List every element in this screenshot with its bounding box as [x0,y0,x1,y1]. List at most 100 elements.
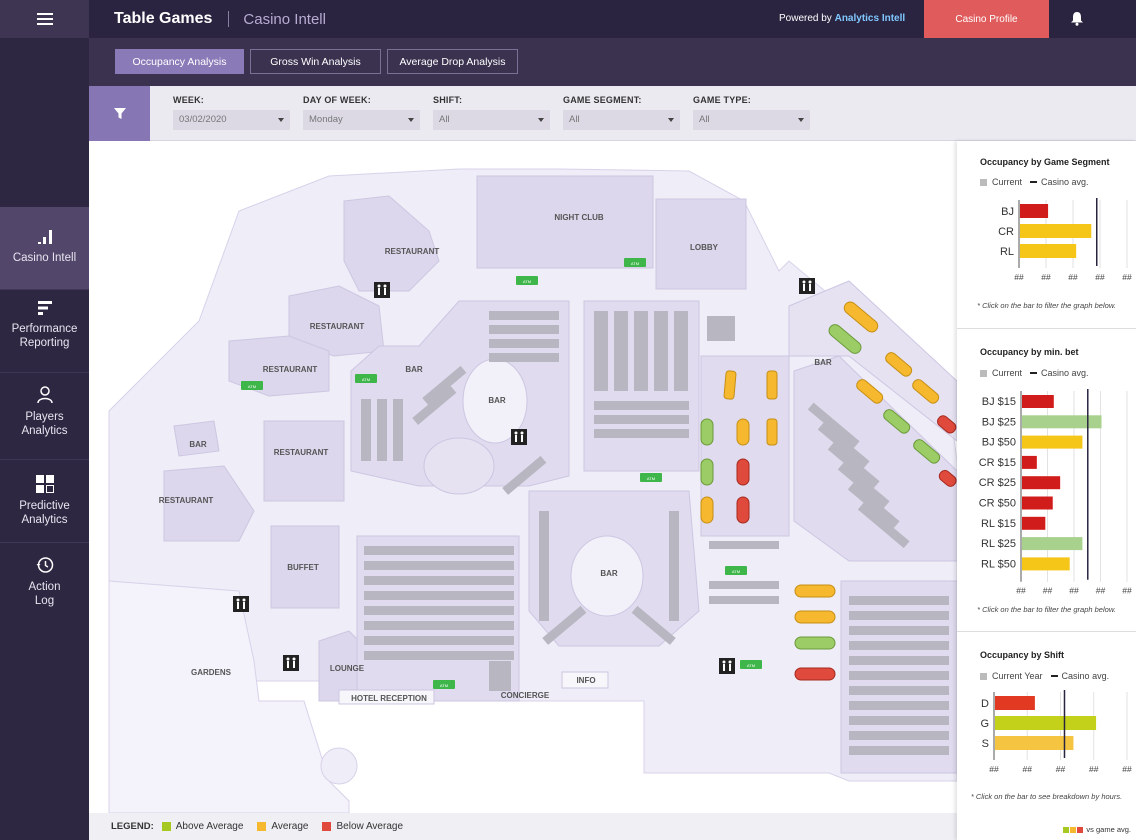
category-label: CR [998,226,1014,238]
tick-label: ## [1069,586,1079,596]
table-average [766,370,778,400]
tick-label: ## [1096,586,1106,596]
bar-chart-icon [37,230,52,244]
user-icon [36,386,53,404]
chart-note: * Click on the bar to see breakdown by h… [970,792,1123,801]
filter-label: GAME SEGMENT: [563,95,642,105]
bar [1022,435,1083,449]
label-bar: BAR [189,440,207,449]
tick-label: ## [989,764,999,774]
bar [1022,516,1046,530]
day-of-week-select[interactable]: Monday [303,110,420,130]
category-label: BJ $25 [982,416,1016,428]
legend-item-below: Below Average [322,821,403,832]
bar [1020,244,1077,258]
category-label: G [980,718,989,730]
label-bar: BAR [488,396,506,405]
casino-profile-button[interactable]: Casino Profile [924,0,1049,38]
filter-label: DAY OF WEEK: [303,95,371,105]
legend-item-above: Above Average [161,821,243,832]
bar [1022,395,1054,408]
powered-brand[interactable]: Analytics Intell [835,13,906,24]
chart-note: * Click on the bar to filter the graph b… [977,301,1116,310]
hamburger-icon [36,13,53,25]
restaurant-area [263,420,345,502]
table-average [723,370,737,400]
sidebar-item-label: Predictive Analytics [19,500,70,526]
table-below [736,496,750,524]
tick-label: ## [1041,272,1051,282]
min-bet-chart-card: Occupancy by min. bet Current Casino avg.… [957,329,1136,632]
shift-select[interactable]: All [433,110,550,130]
table-above [794,636,836,650]
table-above [700,458,714,486]
segment-chart[interactable]: ## ## ## ## ## BJ CR RL [957,196,1136,286]
category-label: RL $25 [981,538,1016,550]
category-label: CR $25 [979,477,1016,489]
game-segment-filter: GAME SEGMENT: All [563,95,680,130]
segment-chart-card: Occupancy by Game Segment Current Casino … [957,141,1136,329]
label-concierge: CONCIERGE [501,691,550,700]
legend-title: LEGEND: [111,821,154,832]
shift-filter: SHIFT: All [433,95,550,130]
label-restaurant: RESTAURANT [385,247,440,256]
powered-prefix: Powered by [779,13,832,24]
bell-icon[interactable] [1070,11,1084,26]
svg-text:ATM: ATM [647,476,655,481]
sidebar-item-label: Casino Intell [12,252,77,264]
svg-text:ATM: ATM [440,683,448,688]
shift-chart[interactable]: ## ## ## ## ## DGS [957,690,1136,782]
casino-floor-map[interactable]: ATM ATM ATM ATM ATM ATM ATM ATM NIGHT CL… [89,141,957,813]
title-divider [228,11,230,27]
tick-label: ## [1056,764,1066,774]
tab-occupancy-analysis[interactable]: Occupancy Analysis [115,49,244,74]
restroom-icon [799,278,815,294]
svg-text:ATM: ATM [248,384,256,389]
history-icon [36,557,53,573]
sidebar-item-casino-intell[interactable]: Casino Intell [0,207,89,289]
label-restaurant: RESTAURANT [263,365,318,374]
sidebar-item-label: Action Log [28,581,61,607]
category-label: S [982,738,989,750]
tab-average-drop-analysis[interactable]: Average Drop Analysis [387,49,518,74]
bar [1022,455,1037,469]
table-average [700,496,714,524]
sidebar-item-players-analytics[interactable]: Players Analytics [0,386,89,438]
tick-label: ## [1043,586,1053,596]
tick-label: ## [1014,272,1024,282]
tick-label: ## [1095,272,1105,282]
menu-button[interactable] [0,0,89,38]
sidebar: Casino Intell Performance Reporting Play… [0,0,89,840]
restroom-icon [374,282,390,298]
sidebar-item-performance-reporting[interactable]: Performance Reporting [0,300,89,350]
table-average [794,584,836,598]
analysis-tabs: Occupancy Analysis Gross Win Analysis Av… [89,38,1136,86]
game-segment-select[interactable]: All [563,110,680,130]
table-average [736,418,750,446]
week-select[interactable]: 03/02/2020 [173,110,290,130]
game-avg-footnote: vs game avg. [1063,825,1131,834]
app-title: Table Games [114,10,213,27]
label-restaurant: RESTAURANT [159,496,214,505]
bars-icon [37,301,52,315]
bar [1020,224,1092,238]
label-bar: BAR [405,365,423,374]
svg-text:ATM: ATM [747,663,755,668]
game-type-select[interactable]: All [693,110,810,130]
week-filter: WEEK: 03/02/2020 [173,95,290,130]
filter-button[interactable] [89,86,150,141]
svg-text:ATM: ATM [362,377,370,382]
sidebar-item-predictive-analytics[interactable]: Predictive Analytics [0,475,89,527]
label-gardens: GARDENS [191,668,232,677]
label-info: INFO [576,676,595,685]
min-bet-chart[interactable]: ## ## ## ## ## BJ $15 BJ $25 BJ $50 CR $15 CR $25… [957,387,1136,597]
legend-item-average: Average [257,821,308,832]
restroom-icon [719,658,735,674]
map-legend: LEGEND: Above Average Average Below Aver… [89,813,957,840]
table-above [700,418,714,446]
top-header: Table Games Casino Intell Powered by Ana… [89,0,1136,38]
label-restaurant: RESTAURANT [274,448,329,457]
sidebar-item-action-log[interactable]: Action Log [0,556,89,608]
bar [995,736,1074,750]
tab-gross-win-analysis[interactable]: Gross Win Analysis [250,49,381,74]
